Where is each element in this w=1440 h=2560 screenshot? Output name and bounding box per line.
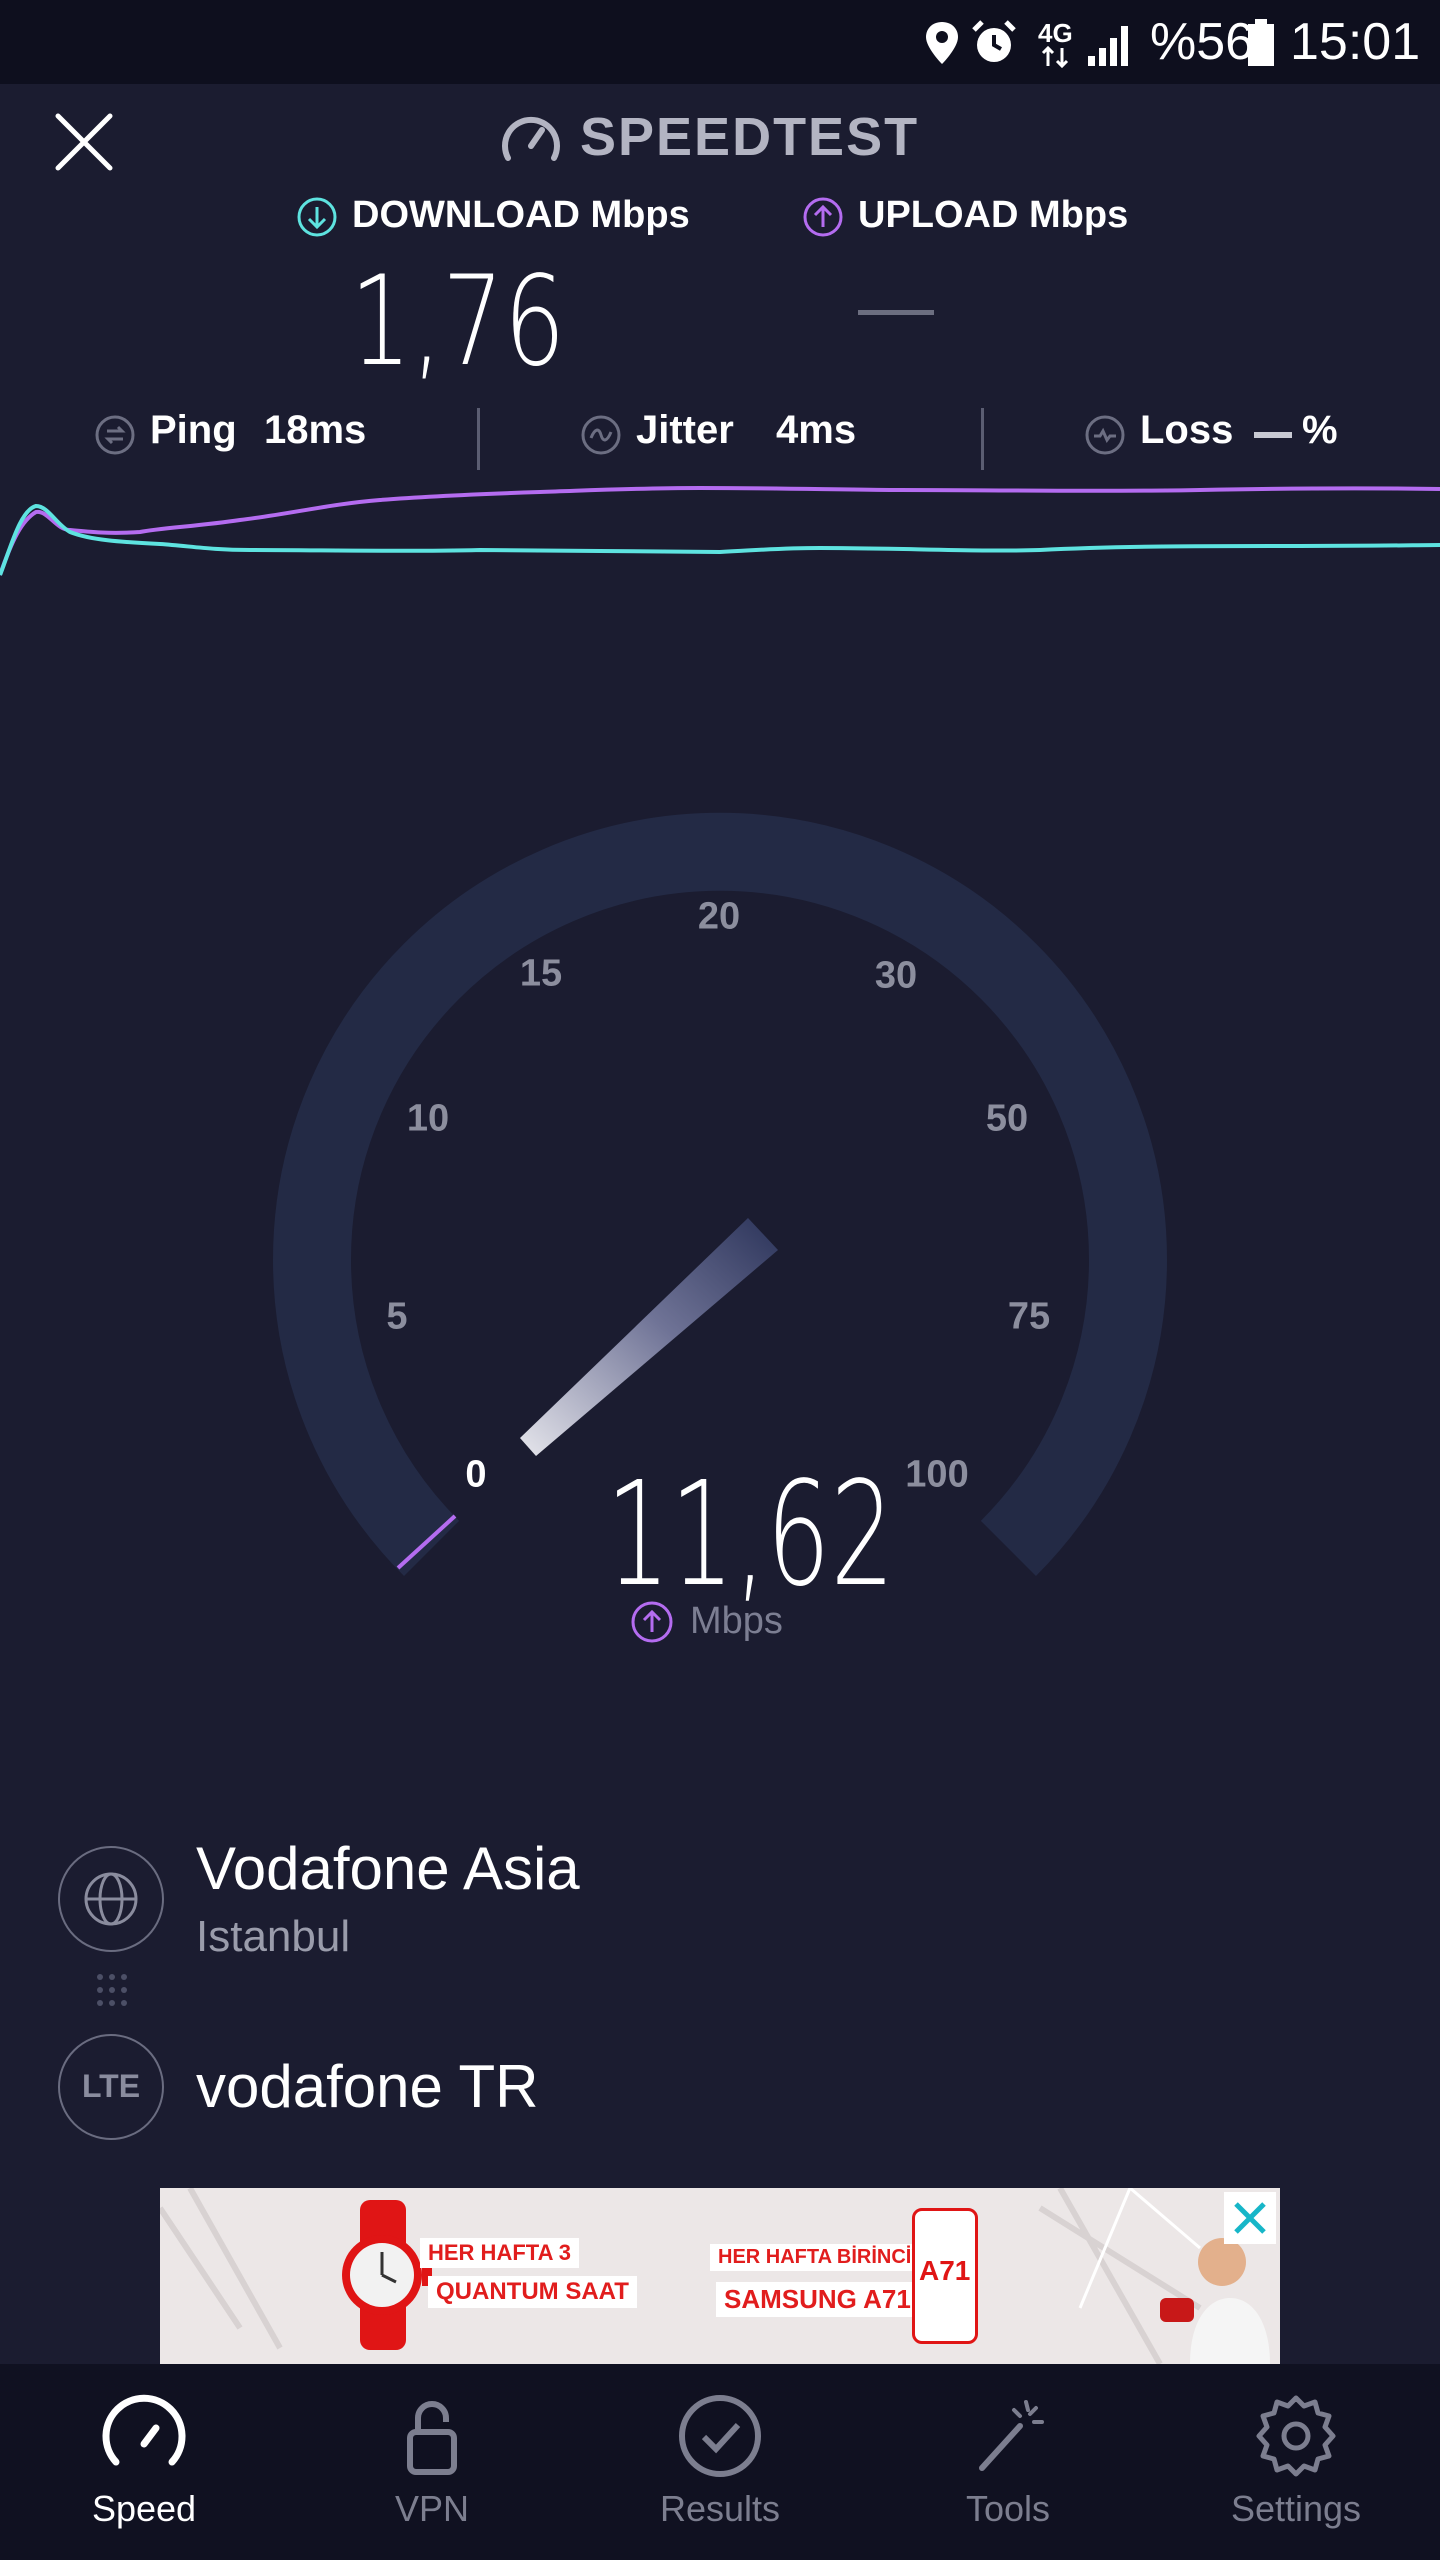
- provider-name[interactable]: vodafone TR: [196, 2052, 538, 2121]
- phone-image: A71: [912, 2208, 978, 2344]
- check-circle-icon: [679, 2395, 761, 2477]
- globe-icon: [84, 1872, 138, 1926]
- ad-mid-line1: HER HAFTA BİRİNCİYE: [710, 2244, 946, 2271]
- phone-label: A71: [919, 2255, 971, 2286]
- server-host[interactable]: Vodafone Asia: [196, 1834, 580, 1903]
- gauge-label-15: 15: [519, 952, 563, 995]
- upload-arrow-icon: [803, 197, 843, 237]
- ping-icon: [95, 415, 135, 455]
- battery-percent: %56: [1150, 13, 1255, 71]
- ping-value: 18ms: [264, 408, 367, 452]
- jitter-value: 4ms: [776, 408, 857, 452]
- nav-speed[interactable]: Speed: [0, 2364, 288, 2560]
- upload-value-placeholder: [858, 310, 934, 315]
- nav-settings[interactable]: Settings: [1152, 2364, 1440, 2560]
- gauge-label-50: 50: [985, 1097, 1029, 1140]
- gauge-unit: Mbps: [690, 1600, 783, 1642]
- jitter-icon: [581, 415, 621, 455]
- upload-graph-line: [0, 485, 1440, 576]
- network-type: 4G: [1038, 18, 1073, 48]
- gauge-label-100: 100: [905, 1453, 969, 1496]
- ad-background: [160, 2188, 1280, 2364]
- nav-tools-label: Tools: [965, 2488, 1051, 2529]
- ad-person-image: [1160, 2238, 1270, 2364]
- gauge-label-75: 75: [1007, 1295, 1051, 1338]
- download-arrow-icon: [297, 197, 337, 237]
- upload-arrow-icon: [631, 1601, 673, 1643]
- bottom-nav: Speed VPN Results Tools Settings: [0, 2364, 1440, 2560]
- ad-close-icon: [1234, 2202, 1266, 2234]
- nav-vpn[interactable]: VPN: [288, 2364, 576, 2560]
- lock-icon: [407, 2401, 457, 2475]
- upload-label: UPLOAD Mbps: [858, 194, 1129, 236]
- gauge-label-30: 30: [874, 954, 918, 997]
- ad-close-button[interactable]: [1224, 2192, 1276, 2244]
- nav-settings-label: Settings: [1230, 2488, 1362, 2529]
- speed-icon: [102, 2394, 186, 2466]
- ping-label: Ping: [150, 408, 237, 452]
- nav-results-label: Results: [659, 2488, 781, 2529]
- gauge-label-0: 0: [465, 1453, 487, 1496]
- signal-icon: [1088, 26, 1128, 66]
- gauge-label-10: 10: [406, 1097, 450, 1140]
- ad-left-line1: HER HAFTA 3: [420, 2238, 579, 2268]
- loss-label: Loss: [1140, 408, 1234, 452]
- speedtest-logo-icon: [502, 116, 560, 161]
- loss-unit: %: [1302, 408, 1338, 452]
- data-arrows-icon: [1041, 46, 1069, 68]
- gear-icon: [1256, 2395, 1336, 2477]
- wand-icon: [979, 2400, 1044, 2471]
- ad-banner[interactable]: HER HAFTA 3 QUANTUM SAAT HER HAFTA BİRİN…: [160, 2188, 1280, 2364]
- gauge-label-5: 5: [386, 1295, 408, 1338]
- app-title: SPEEDTEST: [580, 107, 920, 167]
- battery-icon: [1248, 19, 1274, 66]
- loss-icon: [1085, 415, 1125, 455]
- server-globe-button[interactable]: [58, 1846, 164, 1952]
- stat-divider: [981, 408, 984, 470]
- download-label: DOWNLOAD Mbps: [352, 194, 690, 236]
- nav-tools[interactable]: Tools: [864, 2364, 1152, 2560]
- location-icon: [926, 22, 958, 64]
- status-bar: 4G %56 15:01: [0, 0, 1440, 84]
- nav-results[interactable]: Results: [576, 2364, 864, 2560]
- lte-badge-text: LTE: [81, 2068, 141, 2104]
- close-icon[interactable]: [50, 108, 118, 176]
- ad-mid-line2: SAMSUNG A71: [716, 2282, 919, 2317]
- download-graph-line: [0, 503, 1440, 576]
- alarm-icon: [972, 20, 1016, 62]
- nav-speed-label: Speed: [91, 2488, 197, 2529]
- server-city: Istanbul: [196, 1912, 351, 1961]
- gauge-track: [273, 812, 1167, 1576]
- watch-image: [342, 2200, 432, 2350]
- ad-left-line2: QUANTUM SAAT: [428, 2276, 637, 2308]
- nav-vpn-label: VPN: [394, 2488, 470, 2529]
- clock: 15:01: [1290, 13, 1421, 71]
- provider-lte-badge[interactable]: LTE: [58, 2034, 164, 2140]
- stat-divider: [477, 408, 480, 470]
- download-value: 1,76: [350, 250, 566, 394]
- jitter-label: Jitter: [636, 408, 734, 452]
- gauge-value: 11,62: [606, 1450, 895, 1618]
- connection-dots-icon: [97, 1974, 127, 2006]
- gauge-needle: [520, 1218, 778, 1456]
- speed-graph: [0, 485, 1440, 576]
- gauge-label-20: 20: [697, 895, 741, 938]
- loss-value-placeholder: [1254, 432, 1292, 438]
